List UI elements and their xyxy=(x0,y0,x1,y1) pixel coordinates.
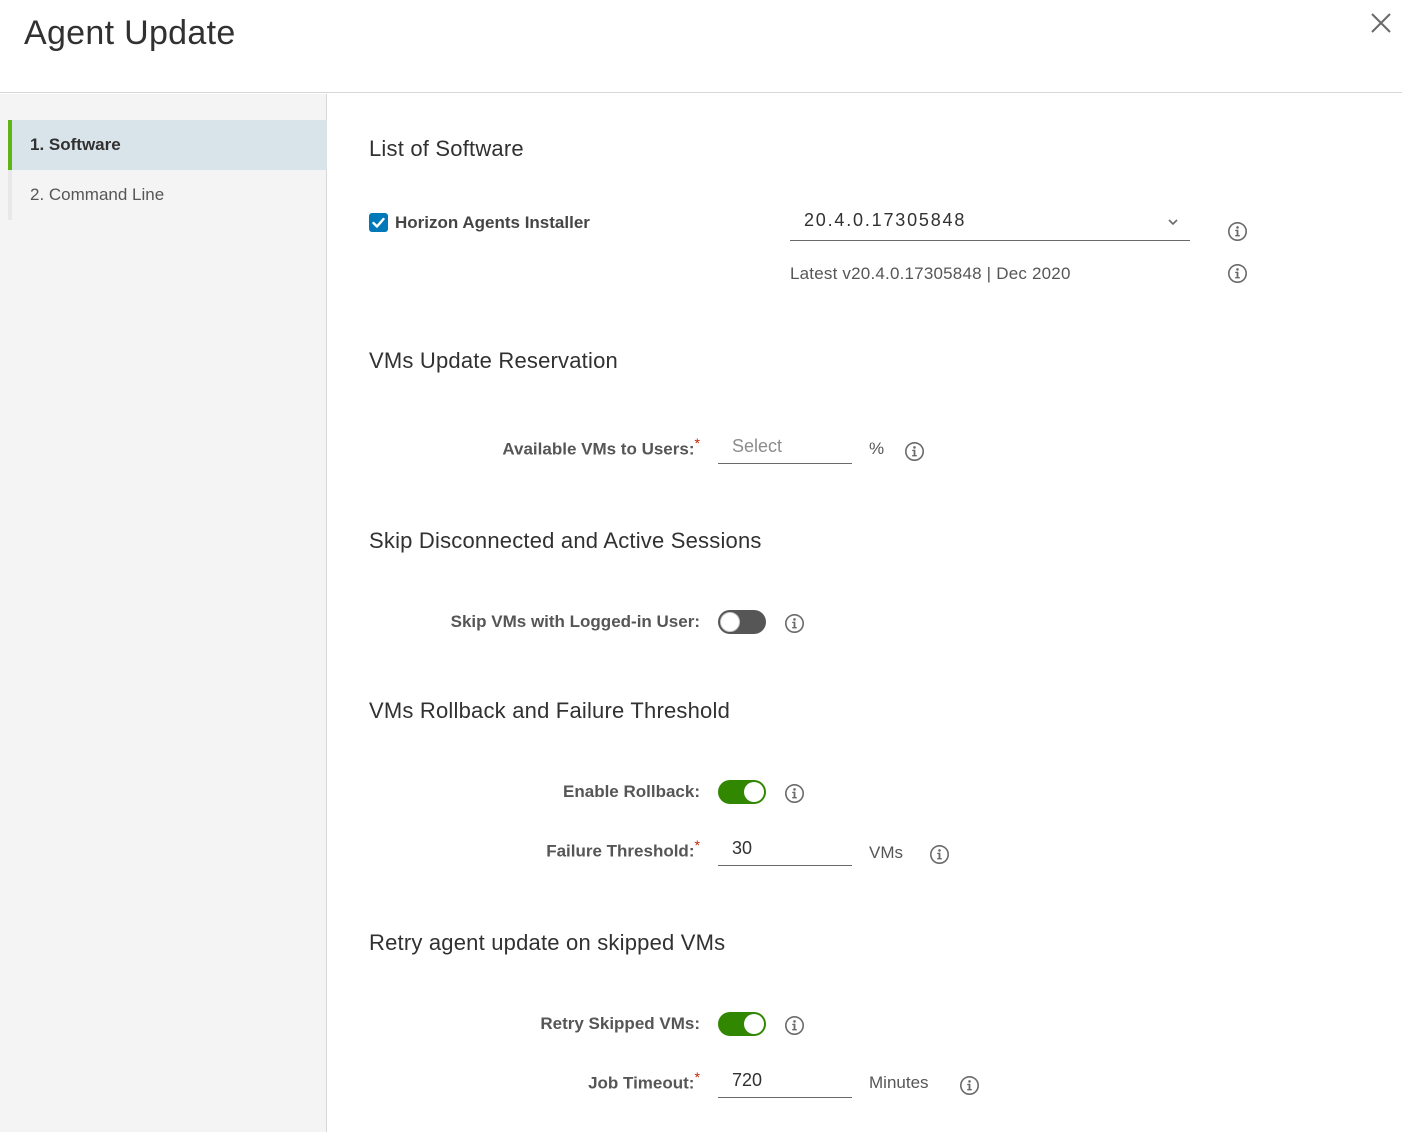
job-timeout-label-text: Job Timeout: xyxy=(588,1073,695,1093)
dialog-title: Agent Update xyxy=(24,14,236,52)
info-icon[interactable] xyxy=(959,1075,980,1096)
failure-threshold-label-text: Failure Threshold: xyxy=(546,841,695,861)
info-icon[interactable] xyxy=(784,613,805,634)
available-vms-label: Available VMs to Users:* xyxy=(502,436,700,460)
info-icon[interactable] xyxy=(1227,263,1248,284)
horizon-agents-installer-checkbox[interactable] xyxy=(369,213,388,232)
job-timeout-label: Job Timeout:* xyxy=(588,1070,700,1094)
section-title-rollback: VMs Rollback and Failure Threshold xyxy=(369,698,731,723)
toggle-knob xyxy=(720,612,740,632)
required-marker: * xyxy=(694,436,700,452)
job-timeout-input[interactable] xyxy=(718,1064,852,1098)
available-vms-label-text: Available VMs to Users: xyxy=(502,439,695,459)
failure-threshold-label: Failure Threshold:* xyxy=(546,838,700,862)
latest-version-text: Latest v20.4.0.17305848 | Dec 2020 xyxy=(790,264,1071,283)
available-vms-input[interactable] xyxy=(718,430,852,464)
retry-skipped-label: Retry Skipped VMs: xyxy=(540,1014,700,1033)
skip-vms-label: Skip VMs with Logged-in User: xyxy=(450,612,700,631)
close-button[interactable] xyxy=(1368,10,1394,36)
info-icon[interactable] xyxy=(1227,221,1248,242)
job-timeout-unit: Minutes xyxy=(869,1073,929,1092)
toggle-knob xyxy=(744,782,764,802)
info-icon[interactable] xyxy=(784,783,805,804)
failure-threshold-unit: VMs xyxy=(869,843,903,862)
section-title-software: List of Software xyxy=(369,136,524,161)
step-command-line[interactable]: 2. Command Line xyxy=(8,170,327,220)
step-software[interactable]: 1. Software xyxy=(8,120,327,170)
checkmark-icon xyxy=(372,217,385,228)
info-icon[interactable] xyxy=(929,844,950,865)
dialog-header: Agent Update xyxy=(0,0,1402,93)
required-marker: * xyxy=(694,1070,700,1086)
wizard-steps-sidebar: 1. Software 2. Command Line xyxy=(0,94,327,1132)
enable-rollback-label: Enable Rollback: xyxy=(563,782,700,801)
chevron-down-icon xyxy=(1168,219,1178,226)
section-title-retry: Retry agent update on skipped VMs xyxy=(369,930,726,955)
agent-version-selected-value: 20.4.0.17305848 xyxy=(804,210,967,230)
retry-skipped-toggle[interactable] xyxy=(718,1012,766,1036)
info-icon[interactable] xyxy=(904,441,925,462)
required-marker: * xyxy=(694,838,700,854)
close-icon xyxy=(1371,13,1391,33)
enable-rollback-toggle[interactable] xyxy=(718,780,766,804)
failure-threshold-input[interactable] xyxy=(718,832,852,866)
horizon-agents-installer-label: Horizon Agents Installer xyxy=(395,213,590,232)
toggle-knob xyxy=(744,1014,764,1034)
available-vms-unit: % xyxy=(869,439,885,458)
agent-version-select[interactable]: 20.4.0.17305848 xyxy=(790,203,1190,241)
info-icon[interactable] xyxy=(784,1015,805,1036)
skip-vms-toggle[interactable] xyxy=(718,610,766,634)
section-title-skip-sessions: Skip Disconnected and Active Sessions xyxy=(369,528,762,553)
section-title-reservation: VMs Update Reservation xyxy=(369,348,618,373)
